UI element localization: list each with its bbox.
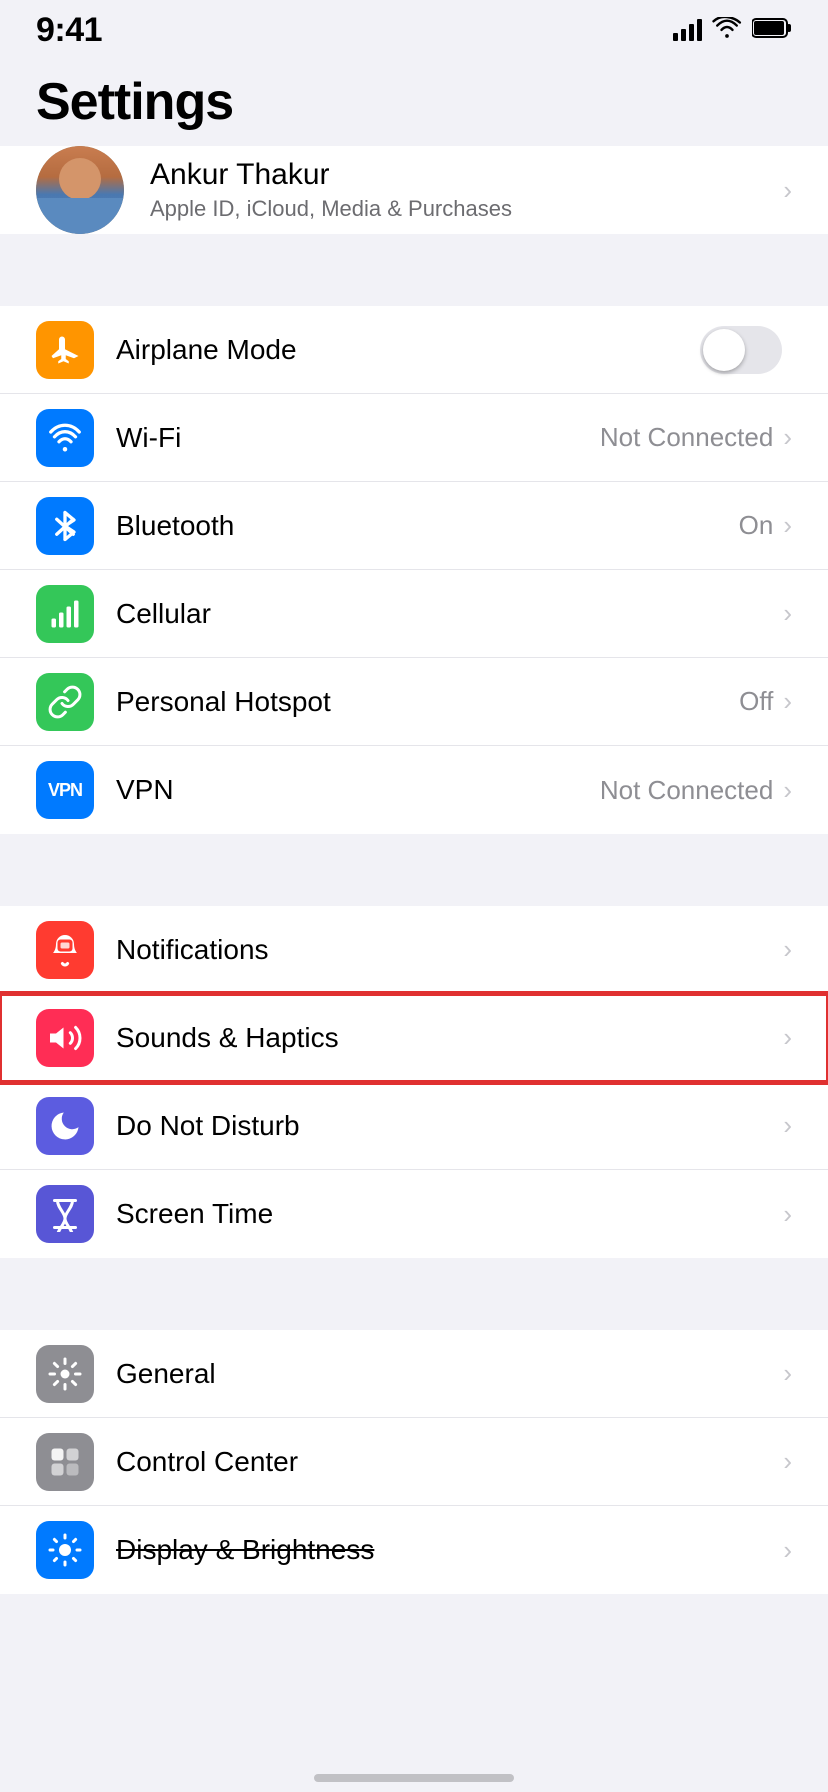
notifications-label: Notifications <box>116 934 783 966</box>
notifications-chevron: › <box>783 934 792 965</box>
settings-row-screentime[interactable]: Screen Time › <box>0 1170 828 1258</box>
vpn-chevron: › <box>783 775 792 806</box>
settings-row-display[interactable]: Display & Brightness › <box>0 1506 828 1594</box>
screentime-svg <box>47 1196 83 1232</box>
settings-row-cellular[interactable]: Cellular › <box>0 570 828 658</box>
airplane-mode-label: Airplane Mode <box>116 334 700 366</box>
general-section: General › Control Center › Display & Bri… <box>0 1330 828 1594</box>
profile-info: Ankur Thakur Apple ID, iCloud, Media & P… <box>150 158 773 222</box>
sounds-svg <box>47 1020 83 1056</box>
settings-row-bluetooth[interactable]: Bluetooth On › <box>0 482 828 570</box>
signal-icon <box>673 19 702 41</box>
screentime-label: Screen Time <box>116 1198 783 1230</box>
sounds-icon <box>36 1009 94 1067</box>
display-label: Display & Brightness <box>116 1534 783 1566</box>
hotspot-value: Off <box>739 686 773 717</box>
airplane-mode-toggle-knob <box>703 329 745 371</box>
hotspot-label: Personal Hotspot <box>116 686 739 718</box>
hotspot-svg <box>47 684 83 720</box>
controlcenter-label: Control Center <box>116 1446 783 1478</box>
general-svg <box>47 1356 83 1392</box>
profile-subtitle: Apple ID, iCloud, Media & Purchases <box>150 196 773 222</box>
settings-row-controlcenter[interactable]: Control Center › <box>0 1418 828 1506</box>
general-chevron: › <box>783 1358 792 1389</box>
group-divider-1 <box>0 270 828 306</box>
vpn-text: VPN <box>48 780 82 801</box>
bluetooth-icon <box>36 497 94 555</box>
cellular-label: Cellular <box>116 598 783 630</box>
wifi-label: Wi-Fi <box>116 422 600 454</box>
status-time: 9:41 <box>36 11 102 50</box>
bluetooth-svg <box>47 508 83 544</box>
profile-section[interactable]: Ankur Thakur Apple ID, iCloud, Media & P… <box>0 146 828 234</box>
wifi-chevron: › <box>783 422 792 453</box>
profile-row[interactable]: Ankur Thakur Apple ID, iCloud, Media & P… <box>0 146 828 234</box>
profile-chevron: › <box>783 175 792 206</box>
settings-row-general[interactable]: General › <box>0 1330 828 1418</box>
cellular-chevron: › <box>783 598 792 629</box>
notifications-svg <box>47 932 83 968</box>
settings-row-airplane-mode[interactable]: Airplane Mode <box>0 306 828 394</box>
home-indicator <box>314 1774 514 1782</box>
display-svg <box>47 1532 83 1568</box>
settings-row-wifi[interactable]: Wi-Fi Not Connected › <box>0 394 828 482</box>
sounds-chevron: › <box>783 1022 792 1053</box>
airplane-mode-icon <box>36 321 94 379</box>
controlcenter-icon <box>36 1433 94 1491</box>
cellular-icon <box>36 585 94 643</box>
bluetooth-chevron: › <box>783 510 792 541</box>
wifi-value: Not Connected <box>600 422 773 453</box>
dnd-svg <box>47 1108 83 1144</box>
bluetooth-value: On <box>739 510 774 541</box>
network-section: Airplane Mode Wi-Fi Not Connected › Blue… <box>0 306 828 834</box>
settings-row-vpn[interactable]: VPN VPN Not Connected › <box>0 746 828 834</box>
battery-icon <box>752 17 792 44</box>
bluetooth-label: Bluetooth <box>116 510 739 542</box>
notif-section: Notifications › Sounds & Haptics › Do No… <box>0 906 828 1258</box>
settings-row-sounds[interactable]: Sounds & Haptics › <box>0 994 828 1082</box>
wifi-icon <box>712 17 742 44</box>
airplane-mode-toggle[interactable] <box>700 326 782 374</box>
wifi-settings-svg <box>47 420 83 456</box>
airplane-svg <box>47 332 83 368</box>
display-chevron: › <box>783 1535 792 1566</box>
vpn-label: VPN <box>116 774 600 806</box>
cellular-svg <box>47 596 83 632</box>
hotspot-icon <box>36 673 94 731</box>
general-icon <box>36 1345 94 1403</box>
hotspot-chevron: › <box>783 686 792 717</box>
screentime-chevron: › <box>783 1199 792 1230</box>
page-title-area: Settings <box>0 54 828 146</box>
notifications-icon <box>36 921 94 979</box>
settings-row-dnd[interactable]: Do Not Disturb › <box>0 1082 828 1170</box>
general-label: General <box>116 1358 783 1390</box>
sounds-label: Sounds & Haptics <box>116 1022 783 1054</box>
group-divider-3 <box>0 1294 828 1330</box>
settings-row-notifications[interactable]: Notifications › <box>0 906 828 994</box>
avatar <box>36 146 124 234</box>
screentime-icon <box>36 1185 94 1243</box>
wifi-settings-icon <box>36 409 94 467</box>
settings-row-hotspot[interactable]: Personal Hotspot Off › <box>0 658 828 746</box>
controlcenter-svg <box>47 1444 83 1480</box>
controlcenter-chevron: › <box>783 1446 792 1477</box>
vpn-icon: VPN <box>36 761 94 819</box>
profile-name: Ankur Thakur <box>150 158 773 192</box>
status-bar: 9:41 <box>0 0 828 54</box>
dnd-chevron: › <box>783 1110 792 1141</box>
page-title: Settings <box>36 72 792 132</box>
vpn-value: Not Connected <box>600 775 773 806</box>
display-icon <box>36 1521 94 1579</box>
dnd-label: Do Not Disturb <box>116 1110 783 1142</box>
status-icons <box>673 17 792 44</box>
group-divider-2 <box>0 870 828 906</box>
dnd-icon <box>36 1097 94 1155</box>
